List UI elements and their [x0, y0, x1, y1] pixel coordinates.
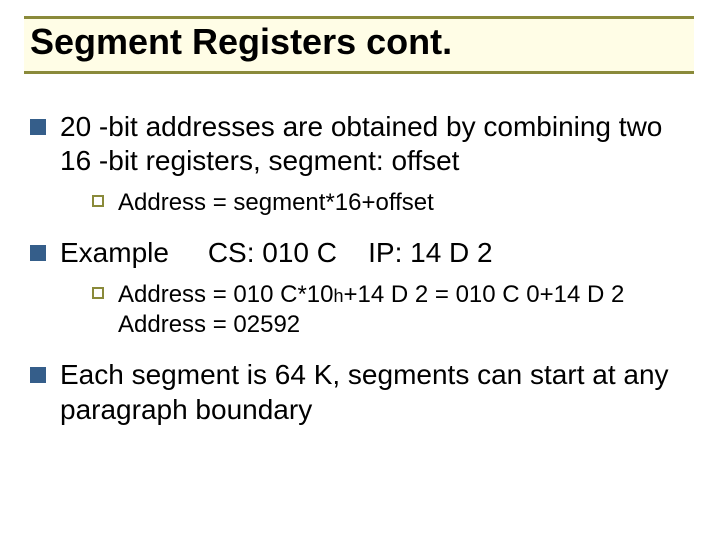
bullet-item: Example CS: 010 C IP: 14 D 2 [30, 236, 690, 270]
calc-line-2: Address = 02592 [118, 311, 300, 338]
square-bullet-icon [30, 245, 46, 261]
bullet-item: 20 -bit addresses are obtained by combin… [30, 110, 690, 178]
title-bar: Segment Registers cont. [24, 16, 694, 74]
example-values: CS: 010 C IP: 14 D 2 [169, 237, 493, 268]
sub-bullet-text: Address = segment*16+offset [118, 188, 434, 218]
square-bullet-icon [30, 367, 46, 383]
bullet-text: 20 -bit addresses are obtained by combin… [60, 110, 690, 178]
sub-bullet-item: Address = 010 C*10h+14 D 2 = 010 C 0+14 … [92, 280, 690, 340]
sub-bullet-item: Address = segment*16+offset [92, 188, 690, 218]
calc-line-1a: Address = 010 C*10 [118, 281, 333, 308]
sub-bullet-text: Address = 010 C*10h+14 D 2 = 010 C 0+14 … [118, 280, 624, 340]
slide: Segment Registers cont. 20 -bit addresse… [0, 0, 720, 540]
square-bullet-icon [30, 119, 46, 135]
hollow-square-bullet-icon [92, 287, 104, 299]
subscript-h: h [333, 286, 343, 306]
slide-content: 20 -bit addresses are obtained by combin… [30, 110, 690, 427]
bullet-item: Each segment is 64 K, segments can start… [30, 358, 690, 426]
slide-title: Segment Registers cont. [30, 21, 688, 63]
bullet-text: Each segment is 64 K, segments can start… [60, 358, 690, 426]
bullet-text: Example CS: 010 C IP: 14 D 2 [60, 236, 493, 270]
hollow-square-bullet-icon [92, 195, 104, 207]
calc-line-1b: +14 D 2 = 010 C 0+14 D 2 [344, 281, 625, 308]
example-label: Example [60, 237, 169, 268]
